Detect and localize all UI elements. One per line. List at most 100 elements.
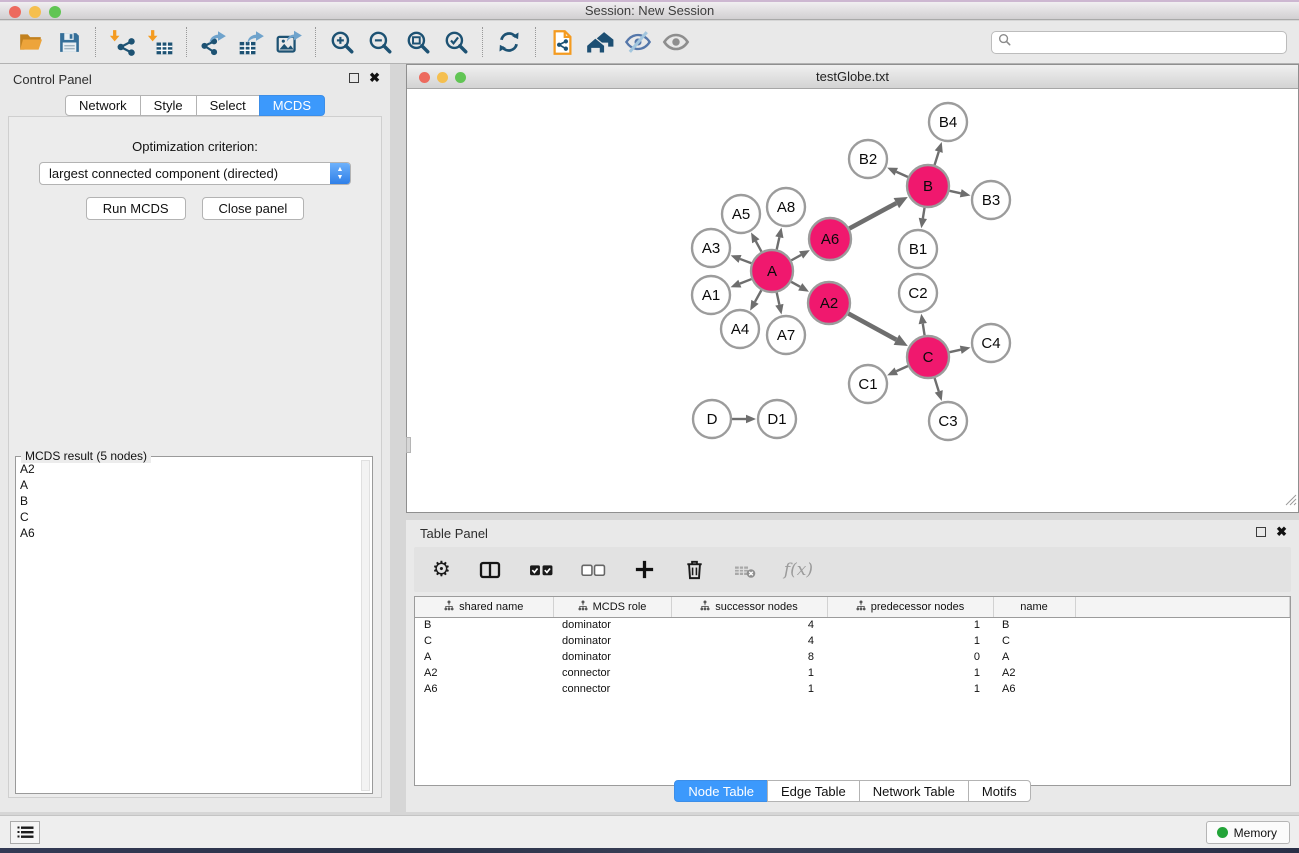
toggle-column-view-icon[interactable] <box>478 558 502 582</box>
delete-column-icon[interactable] <box>683 558 706 581</box>
graph-edge-C-C3[interactable] <box>935 378 939 391</box>
tab-motifs[interactable]: Motifs <box>968 780 1031 802</box>
close-table-panel-icon[interactable]: ✖ <box>1276 527 1287 537</box>
delete-table-icon[interactable] <box>733 558 757 582</box>
tab-select[interactable]: Select <box>196 95 260 116</box>
tab-style[interactable]: Style <box>140 95 197 116</box>
graph-edge-B-B4[interactable] <box>935 152 939 165</box>
graph-edge-A-A2[interactable] <box>791 282 800 287</box>
window-controls[interactable] <box>9 6 61 18</box>
graph-edge-A-A8[interactable] <box>777 237 780 249</box>
select-all-icon[interactable] <box>529 557 554 582</box>
open-session-icon[interactable] <box>12 25 50 59</box>
export-table-icon[interactable] <box>232 25 270 59</box>
mcds-result-item[interactable]: A6 <box>20 525 360 541</box>
control-panel-tabs: NetworkStyleSelectMCDS <box>0 95 390 116</box>
table-row[interactable]: Adominator80A <box>415 649 1290 665</box>
table-row[interactable]: Cdominator41C <box>415 633 1290 649</box>
import-network-icon[interactable] <box>103 25 141 59</box>
search-input-container[interactable] <box>991 31 1287 54</box>
search-icon <box>998 33 1011 51</box>
function-builder-icon[interactable]: f(x) <box>784 560 813 580</box>
graph-edge-B-B2[interactable] <box>896 172 908 177</box>
graph-edge-A-A6[interactable] <box>791 255 801 260</box>
graph-node-label: A3 <box>702 240 720 257</box>
new-network-from-selection-icon[interactable] <box>543 25 581 59</box>
graph-node-label: D <box>707 411 718 428</box>
graph-edge-C-C4[interactable] <box>949 350 960 353</box>
toolbar-separator <box>186 27 187 57</box>
minimize-network-button[interactable] <box>437 72 448 83</box>
close-network-button[interactable] <box>419 72 430 83</box>
mcds-result-item[interactable]: C <box>20 509 360 525</box>
export-network-icon[interactable] <box>194 25 232 59</box>
tab-edge-table[interactable]: Edge Table <box>767 780 860 802</box>
add-column-icon[interactable] <box>633 558 656 581</box>
mcds-result-item[interactable]: B <box>20 493 360 509</box>
import-table-icon[interactable] <box>141 25 179 59</box>
window-edge-grip[interactable] <box>406 437 411 453</box>
network-graph[interactable]: B4B2BB3A8A5A6A3B1AC2A1A2A4A7C4CC1C3DD1 <box>407 90 1298 514</box>
network-window-controls[interactable] <box>419 72 466 83</box>
show-panel-eye-icon[interactable] <box>657 25 695 59</box>
zoom-fit-icon[interactable] <box>399 25 437 59</box>
close-window-button[interactable] <box>9 6 21 18</box>
graph-edge-A-A4[interactable] <box>755 290 761 302</box>
search-input[interactable] <box>1015 35 1280 49</box>
column-header-mcds-role[interactable]: MCDS role <box>553 597 671 617</box>
column-header-predecessor-nodes[interactable]: predecessor nodes <box>827 597 993 617</box>
graph-edge-B-B1[interactable] <box>923 208 925 219</box>
table-settings-gear-icon[interactable]: ⚙ <box>432 559 451 580</box>
float-panel-icon[interactable] <box>349 73 359 83</box>
task-history-button[interactable] <box>10 821 40 844</box>
graph-edge-C-C1[interactable] <box>896 366 908 371</box>
table-row[interactable]: A6connector11A6 <box>415 681 1290 697</box>
deselect-all-icon[interactable] <box>581 557 606 582</box>
selected-criterion: largest connected component (directed) <box>49 166 278 181</box>
graph-edge-A-A1[interactable] <box>740 279 752 284</box>
optimization-criterion-select[interactable]: largest connected component (directed) ▲… <box>39 162 351 185</box>
close-panel-button[interactable]: Close panel <box>202 197 305 220</box>
save-session-icon[interactable] <box>50 25 88 59</box>
close-panel-icon[interactable]: ✖ <box>369 73 380 83</box>
table-row[interactable]: Bdominator41B <box>415 617 1290 633</box>
graph-edge-A6-B[interactable] <box>849 203 896 228</box>
tab-network[interactable]: Network <box>65 95 141 116</box>
network-window-titlebar[interactable]: testGlobe.txt <box>407 65 1298 89</box>
hide-panel-eye-slash-icon[interactable] <box>619 25 657 59</box>
tab-network-table[interactable]: Network Table <box>859 780 969 802</box>
resize-grip-icon[interactable] <box>1283 492 1297 511</box>
graph-edge-A-A5[interactable] <box>756 241 762 251</box>
refresh-icon[interactable] <box>490 25 528 59</box>
graph-edge-C-C2[interactable] <box>923 324 925 336</box>
tab-node-table[interactable]: Node Table <box>674 780 768 802</box>
column-header-name[interactable]: name <box>993 597 1075 617</box>
graph-edge-A-A3[interactable] <box>740 259 751 263</box>
network-canvas[interactable]: B4B2BB3A8A5A6A3B1AC2A1A2A4A7C4CC1C3DD1 <box>407 90 1298 512</box>
zoom-selected-icon[interactable] <box>437 25 475 59</box>
table-row[interactable]: A2connector11A2 <box>415 665 1290 681</box>
minimize-window-button[interactable] <box>29 6 41 18</box>
column-header-successor-nodes[interactable]: successor nodes <box>671 597 827 617</box>
table-header-row[interactable]: shared nameMCDS rolesuccessor nodesprede… <box>415 597 1290 617</box>
run-mcds-button[interactable]: Run MCDS <box>86 197 186 220</box>
mcds-result-item[interactable]: A2 <box>20 461 360 477</box>
graph-edge-B-B3[interactable] <box>949 191 960 194</box>
graph-node-label: C4 <box>981 335 1000 352</box>
tab-mcds[interactable]: MCDS <box>259 95 325 116</box>
mcds-result-list[interactable]: A2ABCA6 <box>20 461 360 791</box>
export-image-icon[interactable] <box>270 25 308 59</box>
zoom-window-button[interactable] <box>49 6 61 18</box>
column-header-shared-name[interactable]: shared name <box>415 597 553 617</box>
zoom-network-button[interactable] <box>455 72 466 83</box>
graph-edge-A-A7[interactable] <box>777 292 780 304</box>
mcds-result-item[interactable]: A <box>20 477 360 493</box>
zoom-in-icon[interactable] <box>323 25 361 59</box>
graph-edge-A2-C[interactable] <box>848 314 896 340</box>
result-scrollbar[interactable] <box>361 460 370 791</box>
home-icon[interactable] <box>581 25 619 59</box>
memory-button[interactable]: Memory <box>1206 821 1290 844</box>
node-table: shared nameMCDS rolesuccessor nodesprede… <box>414 596 1291 786</box>
float-table-panel-icon[interactable] <box>1256 527 1266 537</box>
zoom-out-icon[interactable] <box>361 25 399 59</box>
